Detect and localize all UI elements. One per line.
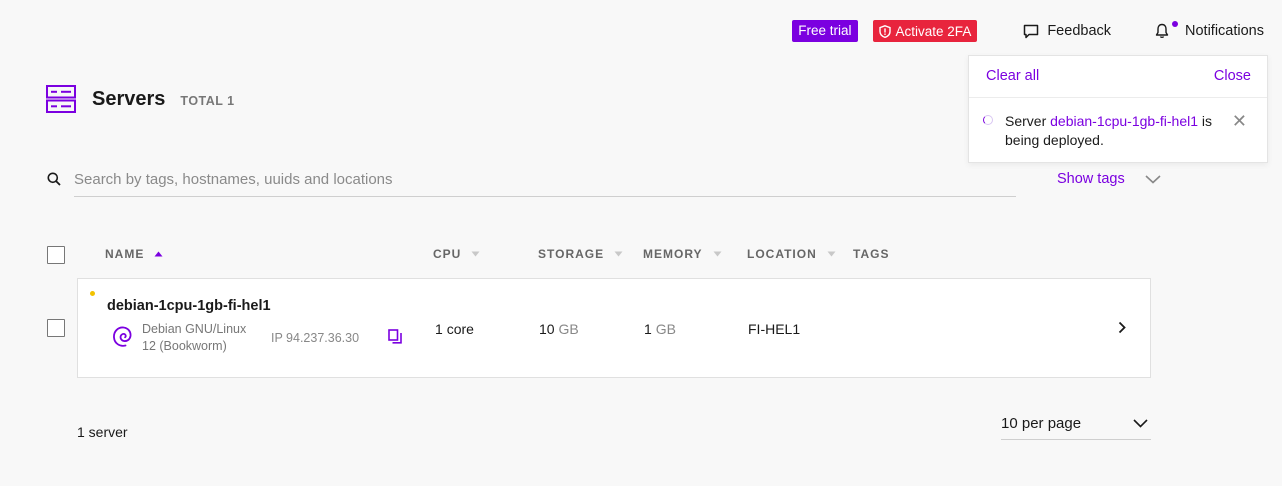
divider [969, 97, 1267, 98]
chevron-right-icon[interactable] [1118, 321, 1126, 334]
search-input[interactable] [74, 165, 1016, 193]
status-indicator [90, 291, 95, 296]
server-hostname[interactable]: debian-1cpu-1gb-fi-hel1 [107, 298, 271, 314]
per-page-select[interactable]: 10 per page [1001, 408, 1151, 440]
os-name: Debian GNU/Linux 12 (Bookworm) [142, 322, 247, 353]
notification-host-link[interactable]: debian-1cpu-1gb-fi-hel1 [1050, 113, 1198, 129]
clear-all-button[interactable]: Clear all [986, 68, 1039, 84]
sort-icon [471, 251, 480, 257]
notifications-label: Notifications [1185, 23, 1264, 39]
column-header-storage[interactable]: STORAGE [538, 247, 623, 261]
page-title: Servers [92, 87, 166, 110]
notifications-button[interactable]: Notifications [1155, 21, 1264, 39]
notification-item: Server debian-1cpu-1gb-fi-hel1 is being … [983, 112, 1251, 150]
column-header-memory[interactable]: MEMORY [643, 247, 722, 261]
column-header-cpu[interactable]: CPU [433, 247, 480, 261]
close-panel-button[interactable]: Close [1214, 68, 1251, 84]
chat-bubble-icon [1024, 24, 1039, 38]
sort-icon [827, 251, 836, 257]
table-row[interactable]: debian-1cpu-1gb-fi-hel1 Debian GNU/Linux… [77, 278, 1151, 378]
notification-panel: Clear all Close Server debian-1cpu-1gb-f… [968, 55, 1268, 163]
storage-cell: 10 GB [539, 321, 579, 337]
location-cell: FI-HEL1 [748, 321, 801, 337]
loading-spinner-icon [983, 115, 993, 125]
copy-icon[interactable] [388, 329, 402, 344]
show-tags-toggle[interactable]: Show tags [1057, 171, 1161, 187]
feedback-label: Feedback [1047, 23, 1112, 39]
table-header: NAME CPU STORAGE MEMORY LOCATION TAGS [0, 246, 1282, 264]
search-field [74, 165, 1016, 197]
column-header-tags: TAGS [853, 247, 890, 261]
sort-ascending-icon [154, 251, 163, 257]
row-checkbox[interactable] [47, 319, 65, 337]
total-count: TOTAL 1 [180, 94, 235, 108]
activate-2fa-button[interactable]: Activate 2FA [872, 20, 978, 42]
top-bar: Free trial Activate 2FA Feedback Notific… [792, 20, 1264, 42]
free-trial-badge[interactable]: Free trial [792, 20, 858, 42]
shield-alert-icon [878, 24, 891, 38]
ip-address: IP 94.237.36.30 [271, 331, 360, 345]
column-header-name[interactable]: NAME [105, 247, 163, 261]
server-count: 1 server [77, 424, 128, 440]
activate-2fa-label: Activate 2FA [895, 23, 972, 39]
bell-icon [1155, 21, 1179, 39]
memory-cell: 1 GB [644, 321, 676, 337]
chevron-down-icon [1145, 174, 1161, 184]
notification-message: Server debian-1cpu-1gb-fi-hel1 is being … [1005, 113, 1212, 148]
per-page-value: 10 per page [1001, 415, 1082, 432]
debian-logo-icon [113, 326, 132, 347]
sort-icon [614, 251, 623, 257]
chevron-down-icon [1133, 419, 1148, 428]
sort-icon [713, 251, 722, 257]
feedback-button[interactable]: Feedback [1023, 23, 1111, 39]
page-header: Servers TOTAL 1 [46, 85, 235, 113]
server-stack-icon [46, 85, 76, 113]
notification-dot [1172, 21, 1179, 27]
dismiss-notification-icon[interactable]: ✕ [1232, 112, 1247, 130]
cpu-cell: 1 core [435, 321, 474, 337]
select-all-checkbox[interactable] [47, 246, 65, 264]
show-tags-label: Show tags [1057, 171, 1125, 187]
search-icon [47, 172, 61, 186]
notification-panel-header: Clear all Close [969, 56, 1267, 84]
column-header-location[interactable]: LOCATION [747, 247, 836, 261]
